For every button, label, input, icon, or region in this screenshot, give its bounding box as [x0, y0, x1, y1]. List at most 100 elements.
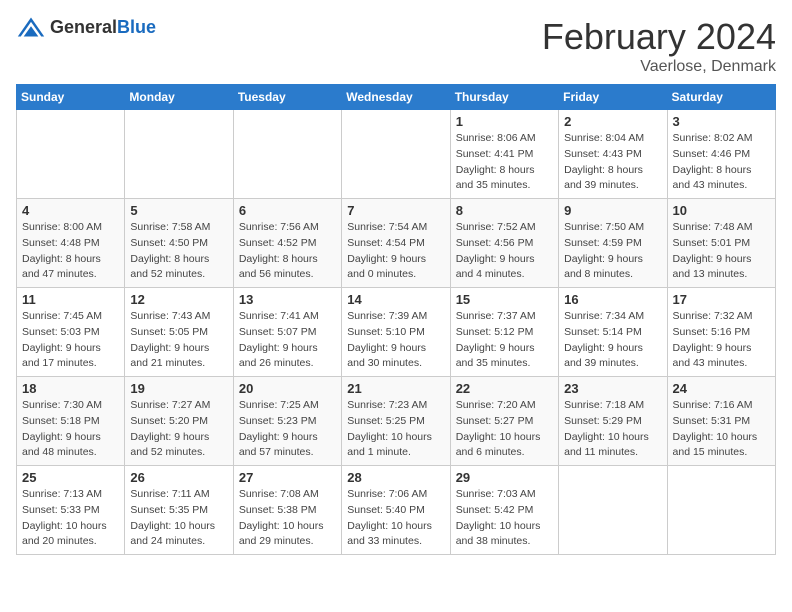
day-number: 4: [22, 203, 119, 218]
calendar-week-3: 18 Sunrise: 7:30 AM Sunset: 5:18 PM Dayli…: [17, 377, 776, 466]
day-info: Sunrise: 7:58 AM Sunset: 4:50 PM Dayligh…: [130, 220, 227, 283]
day-number: 29: [456, 470, 553, 485]
calendar-cell: [342, 110, 450, 199]
calendar-cell: 22Sunrise: 7:20 AM Sunset: 5:27 PM Dayli…: [450, 377, 558, 466]
day-number: 25: [22, 470, 119, 485]
calendar-cell: [233, 110, 341, 199]
calendar-week-4: 25 Sunrise: 7:13 AM Sunset: 5:33 PM Dayli…: [17, 466, 776, 555]
day-info: Sunrise: 8:04 AM Sunset: 4:43 PM Dayligh…: [564, 131, 661, 194]
day-number: 7: [347, 203, 444, 218]
calendar-header-sunday: Sunday: [17, 85, 125, 110]
calendar-cell: [17, 110, 125, 199]
day-info: Sunrise: 7:54 AM Sunset: 4:54 PM Dayligh…: [347, 220, 444, 283]
month-title: February 2024: [542, 16, 776, 58]
calendar-cell: 27Sunrise: 7:08 AM Sunset: 5:38 PM Dayli…: [233, 466, 341, 555]
day-info: Sunrise: 7:52 AM Sunset: 4:56 PM Dayligh…: [456, 220, 553, 283]
calendar-cell: 19 Sunrise: 7:27 AM Sunset: 5:20 PM Dayli…: [125, 377, 233, 466]
day-info: Sunrise: 7:30 AM Sunset: 5:18 PM Dayligh…: [22, 398, 119, 461]
day-info: Sunrise: 7:27 AM Sunset: 5:20 PM Dayligh…: [130, 398, 227, 461]
calendar-week-2: 11Sunrise: 7:45 AM Sunset: 5:03 PM Dayli…: [17, 288, 776, 377]
day-info: Sunrise: 7:03 AM Sunset: 5:42 PM Dayligh…: [456, 487, 553, 550]
calendar-cell: 3Sunrise: 8:02 AM Sunset: 4:46 PM Daylig…: [667, 110, 775, 199]
day-info: Sunrise: 7:06 AM Sunset: 5:40 PM Dayligh…: [347, 487, 444, 550]
day-info: Sunrise: 7:37 AM Sunset: 5:12 PM Dayligh…: [456, 309, 553, 372]
day-info: Sunrise: 7:23 AM Sunset: 5:25 PM Dayligh…: [347, 398, 444, 461]
day-info: Sunrise: 7:11 AM Sunset: 5:35 PM Dayligh…: [130, 487, 227, 550]
day-info: Sunrise: 7:16 AM Sunset: 5:31 PM Dayligh…: [673, 398, 770, 461]
day-number: 14: [347, 292, 444, 307]
day-number: 23: [564, 381, 661, 396]
day-info: Sunrise: 7:34 AM Sunset: 5:14 PM Dayligh…: [564, 309, 661, 372]
calendar-cell: 29 Sunrise: 7:03 AM Sunset: 5:42 PM Dayli…: [450, 466, 558, 555]
day-info: Sunrise: 7:13 AM Sunset: 5:33 PM Dayligh…: [22, 487, 119, 550]
logo-icon: [16, 16, 46, 38]
day-number: 21: [347, 381, 444, 396]
day-info: Sunrise: 8:06 AM Sunset: 4:41 PM Dayligh…: [456, 131, 553, 194]
calendar-cell: 11Sunrise: 7:45 AM Sunset: 5:03 PM Dayli…: [17, 288, 125, 377]
day-info: Sunrise: 8:00 AM Sunset: 4:48 PM Dayligh…: [22, 220, 119, 283]
day-info: Sunrise: 8:02 AM Sunset: 4:46 PM Dayligh…: [673, 131, 770, 194]
calendar-cell: 2Sunrise: 8:04 AM Sunset: 4:43 PM Daylig…: [559, 110, 667, 199]
day-number: 26: [130, 470, 227, 485]
day-number: 18: [22, 381, 119, 396]
calendar-cell: 17 Sunrise: 7:32 AM Sunset: 5:16 PM Dayli…: [667, 288, 775, 377]
day-number: 15: [456, 292, 553, 307]
day-number: 9: [564, 203, 661, 218]
calendar-header-saturday: Saturday: [667, 85, 775, 110]
calendar-table: SundayMondayTuesdayWednesdayThursdayFrid…: [16, 84, 776, 555]
logo: GeneralBlue: [16, 16, 156, 38]
logo-general: General: [50, 17, 117, 37]
day-number: 5: [130, 203, 227, 218]
calendar-cell: 1 Sunrise: 8:06 AM Sunset: 4:41 PM Daylig…: [450, 110, 558, 199]
day-info: Sunrise: 7:48 AM Sunset: 5:01 PM Dayligh…: [673, 220, 770, 283]
day-number: 28: [347, 470, 444, 485]
calendar-cell: 10Sunrise: 7:48 AM Sunset: 5:01 PM Dayli…: [667, 199, 775, 288]
calendar-header-friday: Friday: [559, 85, 667, 110]
calendar-cell: 7 Sunrise: 7:54 AM Sunset: 4:54 PM Daylig…: [342, 199, 450, 288]
day-number: 22: [456, 381, 553, 396]
calendar-cell: 8 Sunrise: 7:52 AM Sunset: 4:56 PM Daylig…: [450, 199, 558, 288]
calendar-cell: [125, 110, 233, 199]
calendar-cell: 9 Sunrise: 7:50 AM Sunset: 4:59 PM Daylig…: [559, 199, 667, 288]
calendar-cell: 15 Sunrise: 7:37 AM Sunset: 5:12 PM Dayli…: [450, 288, 558, 377]
calendar-header-tuesday: Tuesday: [233, 85, 341, 110]
day-number: 1: [456, 114, 553, 129]
day-info: Sunrise: 7:18 AM Sunset: 5:29 PM Dayligh…: [564, 398, 661, 461]
day-info: Sunrise: 7:45 AM Sunset: 5:03 PM Dayligh…: [22, 309, 119, 372]
calendar-cell: 23 Sunrise: 7:18 AM Sunset: 5:29 PM Dayli…: [559, 377, 667, 466]
calendar-cell: 20 Sunrise: 7:25 AM Sunset: 5:23 PM Dayli…: [233, 377, 341, 466]
calendar-header-thursday: Thursday: [450, 85, 558, 110]
day-number: 8: [456, 203, 553, 218]
calendar-cell: 4 Sunrise: 8:00 AM Sunset: 4:48 PM Daylig…: [17, 199, 125, 288]
calendar-cell: 26 Sunrise: 7:11 AM Sunset: 5:35 PM Dayli…: [125, 466, 233, 555]
day-number: 24: [673, 381, 770, 396]
calendar-cell: [667, 466, 775, 555]
page-header: GeneralBlue February 2024 Vaerlose, Denm…: [16, 16, 776, 76]
calendar-header-monday: Monday: [125, 85, 233, 110]
day-info: Sunrise: 7:56 AM Sunset: 4:52 PM Dayligh…: [239, 220, 336, 283]
day-info: Sunrise: 7:32 AM Sunset: 5:16 PM Dayligh…: [673, 309, 770, 372]
day-info: Sunrise: 7:50 AM Sunset: 4:59 PM Dayligh…: [564, 220, 661, 283]
calendar-week-0: 1 Sunrise: 8:06 AM Sunset: 4:41 PM Daylig…: [17, 110, 776, 199]
day-info: Sunrise: 7:43 AM Sunset: 5:05 PM Dayligh…: [130, 309, 227, 372]
day-info: Sunrise: 7:25 AM Sunset: 5:23 PM Dayligh…: [239, 398, 336, 461]
calendar-cell: 13Sunrise: 7:41 AM Sunset: 5:07 PM Dayli…: [233, 288, 341, 377]
calendar-cell: 5 Sunrise: 7:58 AM Sunset: 4:50 PM Daylig…: [125, 199, 233, 288]
day-number: 17: [673, 292, 770, 307]
day-info: Sunrise: 7:08 AM Sunset: 5:38 PM Dayligh…: [239, 487, 336, 550]
calendar-cell: 14 Sunrise: 7:39 AM Sunset: 5:10 PM Dayli…: [342, 288, 450, 377]
day-info: Sunrise: 7:39 AM Sunset: 5:10 PM Dayligh…: [347, 309, 444, 372]
calendar-cell: 16 Sunrise: 7:34 AM Sunset: 5:14 PM Dayli…: [559, 288, 667, 377]
calendar-cell: [559, 466, 667, 555]
day-number: 16: [564, 292, 661, 307]
day-number: 20: [239, 381, 336, 396]
calendar-week-1: 4 Sunrise: 8:00 AM Sunset: 4:48 PM Daylig…: [17, 199, 776, 288]
calendar-header: SundayMondayTuesdayWednesdayThursdayFrid…: [17, 85, 776, 110]
calendar-cell: 6Sunrise: 7:56 AM Sunset: 4:52 PM Daylig…: [233, 199, 341, 288]
day-info: Sunrise: 7:41 AM Sunset: 5:07 PM Dayligh…: [239, 309, 336, 372]
title-block: February 2024 Vaerlose, Denmark: [542, 16, 776, 76]
calendar-cell: 12Sunrise: 7:43 AM Sunset: 5:05 PM Dayli…: [125, 288, 233, 377]
calendar-cell: 25 Sunrise: 7:13 AM Sunset: 5:33 PM Dayli…: [17, 466, 125, 555]
day-number: 19: [130, 381, 227, 396]
location: Vaerlose, Denmark: [542, 58, 776, 76]
